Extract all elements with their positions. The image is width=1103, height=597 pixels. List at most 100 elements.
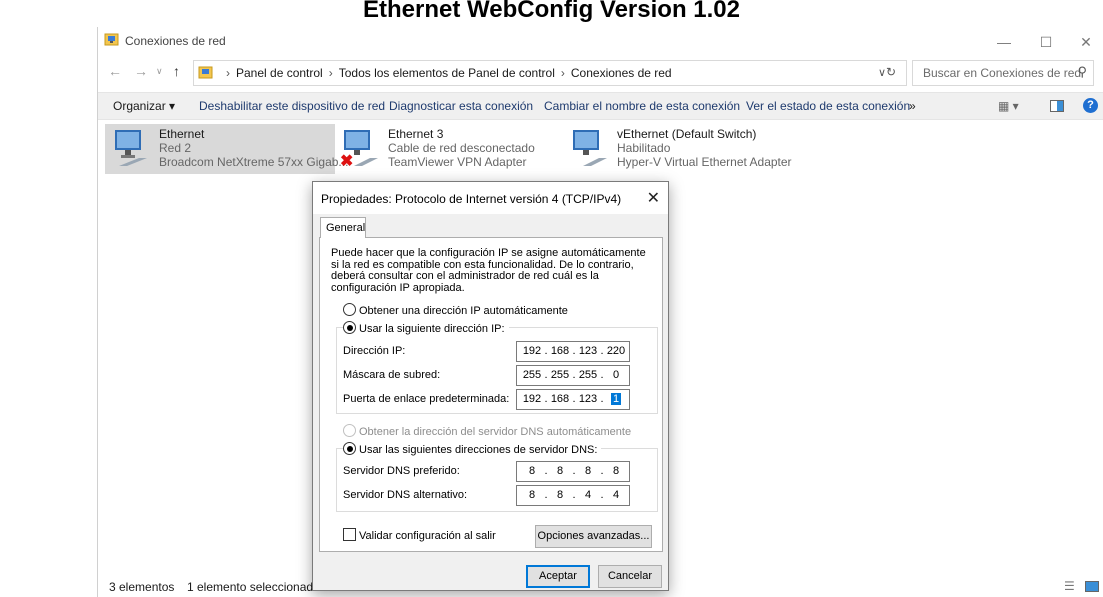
connection-adapter: TeamViewer VPN Adapter — [388, 155, 527, 169]
ip-octet: 255 — [522, 369, 542, 381]
dialog-close-icon[interactable]: ✕ — [647, 188, 660, 208]
ip-octet: 220 — [606, 345, 626, 357]
radio-label: Obtener la dirección del servidor DNS au… — [359, 426, 632, 438]
radio-icon — [343, 321, 356, 334]
dialog-titlebar: Propiedades: Protocolo de Internet versi… — [313, 182, 668, 214]
disable-device-button[interactable]: Deshabilitar este dispositivo de red — [199, 99, 385, 113]
ip-address-label: Dirección IP: — [343, 345, 406, 357]
connection-status: Habilitado — [617, 141, 671, 155]
breadcrumb: › Panel de control › Todos los elementos de… — [226, 66, 672, 80]
close-button[interactable]: ✕ — [1066, 29, 1103, 55]
network-adapter-icon — [115, 130, 147, 166]
dns-manual-radio[interactable]: Usar las siguientes direcciones de servi… — [343, 442, 602, 456]
preview-pane-icon[interactable] — [1050, 100, 1064, 112]
validate-checkbox[interactable]: Validar configuración al salir — [343, 528, 496, 542]
dns-preferred-field[interactable]: 8. 8. 8. 8 — [516, 461, 630, 482]
maximize-button[interactable]: ☐ — [1026, 29, 1066, 55]
tab-general[interactable]: General — [320, 217, 366, 238]
address-row: ← → ∨ ↑ › Panel de control › Todos los elem… — [98, 59, 1103, 86]
connection-adapter: Hyper-V Virtual Ethernet Adapter — [617, 155, 792, 169]
dns-alternate-label: Servidor DNS alternativo: — [343, 489, 468, 501]
search-icon[interactable]: ⚲ — [1077, 64, 1087, 80]
ip-octet: 168 — [550, 345, 570, 357]
checkbox-label: Validar configuración al salir — [359, 530, 496, 542]
search-placeholder: Buscar en Conexiones de red — [923, 66, 1082, 80]
page-title: Ethernet WebConfig Version 1.02 — [363, 0, 740, 23]
connection-status: Red 2 — [159, 141, 192, 155]
command-bar: Organizar ▾ Deshabilitar este dispositiv… — [98, 92, 1103, 120]
gateway-field[interactable]: 192. 168. 123. 1 — [516, 389, 630, 410]
disconnected-x-icon: ✖ — [340, 153, 354, 170]
general-panel: Puede hacer que la configuración IP se a… — [319, 237, 663, 552]
connection-name: Ethernet 3 — [388, 127, 444, 141]
advanced-options-button[interactable]: Opciones avanzadas... — [535, 525, 652, 548]
dns-auto-radio[interactable]: Obtener la dirección del servidor DNS au… — [343, 424, 631, 438]
up-arrow-icon[interactable]: ↑ — [173, 63, 180, 79]
dns-alternate-field[interactable]: 8. 8. 4. 4 — [516, 485, 630, 506]
rename-button[interactable]: Cambiar el nombre de esta conexión — [544, 99, 740, 113]
ip-octet: 192 — [522, 393, 542, 405]
subnet-mask-field[interactable]: 255. 255. 255. 0 — [516, 365, 630, 386]
ip-address-field[interactable]: 192. 168. 123. 220 — [516, 341, 630, 362]
ip-octet: 8 — [584, 465, 592, 477]
subnet-mask-label: Máscara de subred: — [343, 369, 441, 381]
breadcrumb-item[interactable]: Conexiones de red — [571, 66, 672, 80]
ip-octet: 255 — [578, 369, 598, 381]
ok-button[interactable]: Aceptar — [526, 565, 590, 588]
gateway-label: Puerta de enlace predeterminada: — [343, 393, 510, 405]
connection-status: Cable de red desconectado — [388, 141, 535, 155]
connection-item-ethernet-3[interactable]: ✖ Ethernet 3 Cable de red desconectado T… — [334, 124, 554, 174]
back-arrow-icon[interactable]: ← — [108, 63, 122, 79]
ip-octet: 0 — [612, 369, 620, 381]
radio-label: Usar las siguientes direcciones de servi… — [359, 444, 598, 456]
refresh-icon[interactable]: ↻ — [879, 60, 903, 84]
ip-octet: 8 — [528, 489, 536, 501]
ip-octet-selected[interactable]: 1 — [610, 393, 622, 405]
radio-icon — [343, 424, 356, 437]
ip-octet: 123 — [578, 345, 598, 357]
large-icons-view-icon[interactable] — [1085, 581, 1099, 592]
tab-label: General — [326, 222, 366, 234]
ip-octet: 8 — [556, 489, 564, 501]
radio-icon — [343, 303, 356, 316]
minimize-button[interactable]: — — [984, 29, 1024, 55]
connection-item-ethernet[interactable]: Ethernet Red 2 Broadcom NetXtreme 57xx G… — [105, 124, 348, 174]
ip-octet: 8 — [528, 465, 536, 477]
breadcrumb-item[interactable]: Panel de control — [236, 66, 323, 80]
network-adapter-icon — [573, 130, 607, 166]
connection-item-vethernet[interactable]: vEthernet (Default Switch) Habilitado Hy… — [563, 124, 803, 174]
recent-chevron-icon[interactable]: ∨ — [156, 66, 163, 77]
connection-adapter: Broadcom NetXtreme 57xx Gigab... — [159, 155, 349, 169]
organize-button[interactable]: Organizar ▾ — [113, 99, 175, 113]
ip-octet: 8 — [556, 465, 564, 477]
breadcrumb-item[interactable]: Todos los elementos de Panel de control — [339, 66, 555, 80]
view-options-icon[interactable]: ▦ ▾ — [998, 99, 1019, 113]
ip-octet: 255 — [550, 369, 570, 381]
checkbox-icon — [343, 528, 356, 541]
ip-octet: 168 — [550, 393, 570, 405]
help-icon[interactable]: ? — [1083, 98, 1098, 113]
dialog-title: Propiedades: Protocolo de Internet versi… — [321, 192, 622, 206]
address-bar[interactable]: › Panel de control › Todos los elementos de… — [193, 60, 907, 86]
dns-preferred-label: Servidor DNS preferido: — [343, 465, 460, 477]
ip-manual-radio[interactable]: Usar la siguiente dirección IP: — [343, 321, 509, 335]
radio-label: Obtener una dirección IP automáticamente — [359, 305, 568, 317]
forward-arrow-icon[interactable]: → — [134, 63, 148, 79]
ip-auto-radio[interactable]: Obtener una dirección IP automáticamente — [343, 303, 568, 317]
cancel-button[interactable]: Cancelar — [598, 565, 662, 588]
ip-octet: 8 — [612, 465, 620, 477]
view-status-button[interactable]: Ver el estado de esta conexión — [746, 99, 910, 113]
window-title: Conexiones de red — [125, 34, 226, 48]
ipv4-properties-dialog: Propiedades: Protocolo de Internet versi… — [312, 181, 669, 591]
more-commands-button[interactable]: » — [909, 99, 916, 113]
item-count: 3 elementos — [109, 580, 175, 594]
diagnose-button[interactable]: Diagnosticar esta conexión — [389, 99, 533, 113]
connection-name: Ethernet — [159, 127, 205, 141]
details-view-icon[interactable]: ☰ — [1064, 579, 1075, 593]
ip-octet: 4 — [612, 489, 620, 501]
radio-icon — [343, 442, 356, 455]
ip-octet: 123 — [578, 393, 598, 405]
dialog-description: Puede hacer que la configuración IP se a… — [331, 247, 646, 294]
search-input[interactable]: Buscar en Conexiones de red ⚲ — [912, 60, 1094, 86]
network-folder-icon — [104, 33, 119, 46]
